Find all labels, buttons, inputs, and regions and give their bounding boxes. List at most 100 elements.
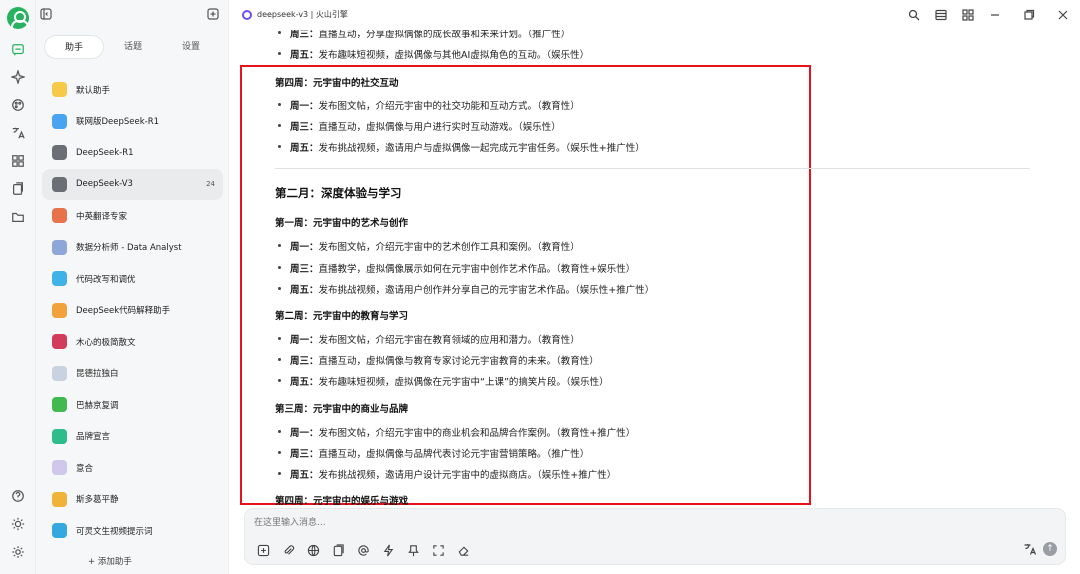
- folder-icon[interactable]: [8, 207, 28, 227]
- assistant-label: 代码改写和调优: [76, 274, 136, 285]
- weekday-label: 周三：: [290, 356, 319, 367]
- item-text: 发布图文帖，介绍元宇宙中的社交功能和互动方式。（教育性）: [318, 101, 580, 112]
- assistant-avatar: [52, 491, 67, 507]
- assistant-avatar: [52, 397, 67, 413]
- apps-grid-icon[interactable]: [8, 151, 28, 171]
- minimize-icon[interactable]: [986, 6, 1004, 24]
- clear-pin-icon[interactable]: [404, 541, 422, 559]
- section-heading: 第一周：元宇宙中的艺术与创作: [275, 218, 409, 229]
- assistant-label: 联网版DeepSeek-R1: [76, 117, 160, 128]
- weekday-label: 周一：: [290, 242, 319, 253]
- assistant-item[interactable]: DeepSeek-V3 24: [42, 168, 223, 200]
- message-input[interactable]: [254, 515, 1044, 531]
- assistant-avatar: [52, 239, 67, 255]
- tab-assistants[interactable]: 助手: [44, 35, 104, 59]
- item-text: 发布图文帖，介绍元宇宙中的艺术创作工具和案例。（教育性）: [318, 242, 580, 253]
- assistant-label: 巴赫京复调: [76, 400, 119, 411]
- assistant-label: DeepSeek-R1: [76, 147, 134, 158]
- assistant-item[interactable]: 中英翻译专家: [42, 200, 223, 232]
- weekday-label: 周一：: [290, 428, 319, 439]
- item-text: 发布图文帖，介绍元宇宙在教育领域的应用和潜力。（教育性）: [318, 335, 580, 346]
- chat-icon[interactable]: [8, 40, 28, 60]
- list-item: 周三：直播互动，虚拟偶像与教育专家讨论元宇宙教育的未来。（教育性）: [275, 353, 599, 367]
- section-heading: 第三周：元宇宙中的商业与品牌: [275, 404, 409, 415]
- mention-icon[interactable]: [354, 541, 372, 559]
- send-button[interactable]: ↑: [1043, 542, 1057, 556]
- add-assistant-button[interactable]: + 添加助手: [88, 555, 132, 567]
- tab-settings[interactable]: 设置: [162, 35, 220, 59]
- assistant-item[interactable]: 巴赫京复调: [42, 389, 223, 421]
- weekday-label: 周五：: [290, 470, 319, 481]
- assistant-item[interactable]: DeepSeek-R1: [42, 137, 223, 169]
- list-item: 周三：直播教学，虚拟偶像展示如何在元宇宙中创作艺术作品。（教育性+娱乐性）: [275, 261, 635, 275]
- assistant-avatar: [52, 365, 67, 381]
- palette-icon[interactable]: [8, 95, 28, 115]
- assistant-item[interactable]: 默认助手: [42, 74, 223, 106]
- item-text: 发布挑战视频，邀请用户创作并分享自己的元宇宙艺术作品。（娱乐性+推广性）: [318, 285, 655, 296]
- item-text: 直播互动，虚拟偶像与教育专家讨论元宇宙教育的未来。（教育性）: [318, 356, 599, 367]
- assistant-avatar: [52, 271, 67, 287]
- item-text: 发布挑战视频，邀请用户设计元宇宙中的虚拟商店。（娱乐性+推广性）: [318, 470, 617, 481]
- assistant-item[interactable]: 木心的极简散文: [42, 326, 223, 358]
- assistant-label: 中英翻译专家: [76, 211, 128, 222]
- weekday-label: 周五：: [290, 285, 319, 296]
- list-item: 周三：直播互动，虚拟偶像与用户进行实时互动游戏。（娱乐性）: [275, 119, 561, 133]
- assistant-label: 可灵文生视频提示词: [76, 526, 153, 537]
- tab-topics[interactable]: 话题: [104, 35, 162, 59]
- list-item: 周五：发布挑战视频，邀请用户设计元宇宙中的虚拟商店。（娱乐性+推广性）: [275, 467, 616, 481]
- translate-icon[interactable]: [8, 123, 28, 143]
- translate-icon[interactable]: [1023, 542, 1037, 556]
- knowledge-base-icon[interactable]: [329, 541, 347, 559]
- assistant-label: DeepSeek代码解释助手: [76, 306, 171, 317]
- assistant-item[interactable]: DeepSeek代码解释助手: [42, 295, 223, 327]
- list-item: 周五：发布挑战视频，邀请用户与虚拟偶像一起完成元宇宙任务。（娱乐性+推广性）: [275, 140, 645, 154]
- assistant-item[interactable]: 昆德拉独白: [42, 358, 223, 390]
- weekday-label: 周三：: [290, 30, 319, 40]
- files-icon[interactable]: [8, 179, 28, 199]
- collapse-sidebar-icon[interactable]: [40, 8, 52, 20]
- quick-phrase-icon[interactable]: [379, 541, 397, 559]
- assistant-item[interactable]: 意合: [42, 452, 223, 484]
- theme-sun-icon[interactable]: [8, 514, 28, 534]
- weekday-label: 周三：: [290, 264, 319, 275]
- icon-rail: [0, 0, 36, 574]
- list-item: 周一：发布图文帖，介绍元宇宙中的社交功能和互动方式。（教育性）: [275, 98, 580, 112]
- assistant-avatar: [52, 428, 67, 444]
- help-icon[interactable]: [8, 486, 28, 506]
- divider: [275, 168, 1030, 169]
- assistant-item[interactable]: 品牌宣言: [42, 421, 223, 453]
- assistant-label: 品牌宣言: [76, 432, 111, 443]
- assistant-avatar: [52, 82, 67, 98]
- eraser-icon[interactable]: [454, 541, 472, 559]
- assistant-item[interactable]: 斯多葛平静: [42, 484, 223, 516]
- assistant-label: 意合: [76, 463, 94, 474]
- sparkle-icon[interactable]: [8, 67, 28, 87]
- assistant-avatar: [52, 176, 67, 192]
- search-icon[interactable]: [905, 6, 923, 24]
- user-avatar[interactable]: [7, 7, 29, 29]
- web-search-icon[interactable]: [304, 541, 322, 559]
- item-text: 发布挑战视频，邀请用户与虚拟偶像一起完成元宇宙任务。（娱乐性+推广性）: [318, 143, 645, 154]
- assistant-item[interactable]: 可灵文生视频提示词: [42, 515, 223, 547]
- weekday-label: 周一：: [290, 335, 319, 346]
- fullscreen-icon[interactable]: [429, 541, 447, 559]
- list-item: 周一：发布图文帖，介绍元宇宙在教育领域的应用和潜力。（教育性）: [275, 332, 580, 346]
- new-topic-icon[interactable]: [254, 541, 272, 559]
- topic-count-badge: 24: [206, 180, 215, 189]
- list-item: 周一：发布图文帖，介绍元宇宙中的艺术创作工具和案例。（教育性）: [275, 239, 580, 253]
- new-chat-icon[interactable]: [207, 8, 219, 20]
- layout-toggle-icon[interactable]: [932, 6, 950, 24]
- close-icon[interactable]: [1054, 6, 1072, 24]
- assistant-sidebar: 助手 话题 设置 默认助手联网版DeepSeek-R1 DeepSeek-R1 De…: [36, 0, 229, 574]
- settings-gear-icon[interactable]: [8, 542, 28, 562]
- maximize-icon[interactable]: [1020, 6, 1038, 24]
- assistant-item[interactable]: 代码改写和调优: [42, 263, 223, 295]
- window-title[interactable]: deepseek-v3 | 火山引擎: [257, 9, 348, 20]
- assistant-item[interactable]: 联网版DeepSeek-R1: [42, 106, 223, 138]
- assistant-label: 斯多葛平静: [76, 495, 119, 506]
- assistant-avatar: [52, 113, 67, 129]
- attachment-icon[interactable]: [279, 541, 297, 559]
- weekday-label: 周五：: [290, 143, 319, 154]
- apps-grid-icon[interactable]: [959, 6, 977, 24]
- assistant-item[interactable]: 数据分析师 - Data Analyst: [42, 232, 223, 264]
